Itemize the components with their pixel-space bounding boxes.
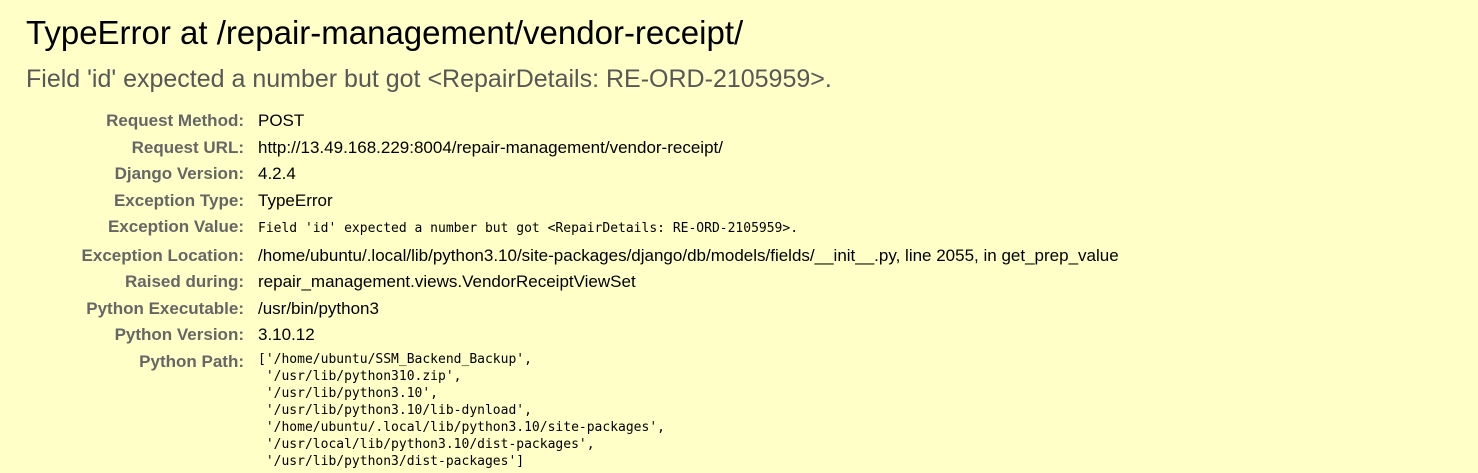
- meta-label: Request URL:: [131, 137, 244, 157]
- python-path-list: ['/home/ubuntu/SSM_Backend_Backup', '/us…: [258, 351, 665, 469]
- meta-label: Exception Type:: [113, 190, 244, 210]
- meta-label: Raised during:: [124, 272, 244, 291]
- meta-value: /usr/bin/python3: [258, 298, 379, 318]
- meta-row-python-path: Python Path: ['/home/ubuntu/SSM_Backend_…: [26, 349, 1119, 473]
- meta-label: Django Version:: [114, 164, 244, 183]
- error-summary: TypeError at /repair-management/vendor-r…: [0, 0, 1478, 473]
- meta-value: /home/ubuntu/.local/lib/python3.10/site-…: [258, 245, 1119, 265]
- meta-value: 3.10.12: [258, 325, 315, 344]
- meta-value: TypeError: [258, 190, 333, 210]
- exception-value-text: Field 'id' expected a number but got <Re…: [258, 221, 799, 236]
- meta-row-request-method: Request Method: POST: [26, 108, 1119, 135]
- meta-row-request-url: Request URL: http://13.49.168.229:8004/r…: [26, 135, 1119, 162]
- meta-value[interactable]: http://13.49.168.229:8004/repair-managem…: [258, 135, 1119, 162]
- meta-value: ['/home/ubuntu/SSM_Backend_Backup', '/us…: [258, 349, 1119, 473]
- meta-row-django-version: Django Version: 4.2.4: [26, 161, 1119, 188]
- meta-label: Request Method:: [106, 111, 244, 130]
- meta-label: Exception Value:: [107, 217, 244, 236]
- meta-row-exception-value: Exception Value: Field 'id' expected a n…: [26, 214, 1119, 243]
- meta-value: 4.2.4: [258, 164, 296, 183]
- meta-row-python-version: Python Version: 3.10.12: [26, 322, 1119, 349]
- page-title: TypeError at /repair-management/vendor-r…: [26, 14, 744, 51]
- meta-label: Exception Location:: [81, 245, 244, 265]
- meta-value: repair_management.views.VendorReceiptVie…: [258, 272, 636, 291]
- meta-row-exception-type: Exception Type: TypeError: [26, 188, 1119, 215]
- meta-row-raised-during: Raised during: repair_management.views.V…: [26, 269, 1119, 296]
- meta-label: Python Executable:: [86, 298, 244, 318]
- meta-value: Field 'id' expected a number but got <Re…: [258, 214, 1119, 243]
- meta-label: Python Path:: [139, 351, 244, 371]
- meta-label: Python Version:: [114, 325, 244, 344]
- meta-row-exception-location: Exception Location: /home/ubuntu/.local/…: [26, 243, 1119, 270]
- exception-value-heading: Field 'id' expected a number but got <Re…: [26, 65, 832, 93]
- request-meta-table: Request Method: POST Request URL: http:/…: [26, 108, 1119, 473]
- meta-row-python-executable: Python Executable: /usr/bin/python3: [26, 296, 1119, 323]
- meta-value: POST: [258, 111, 305, 130]
